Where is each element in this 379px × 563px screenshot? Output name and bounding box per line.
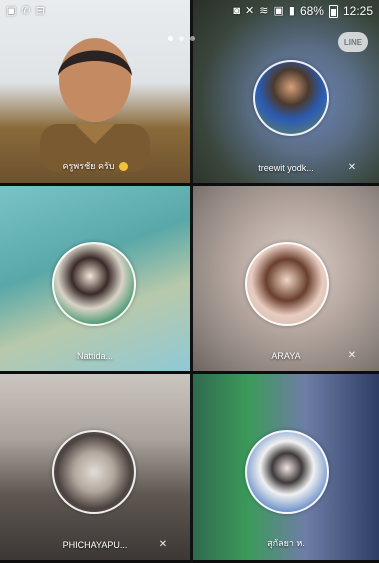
mic-muted-icon: ✕: [347, 350, 357, 361]
sync-icon: ◙: [233, 4, 241, 17]
mic-muted-icon: ✕: [158, 539, 168, 550]
smile-icon: [118, 161, 128, 171]
tile-participant[interactable]: PHICHAYAPU... ✕: [0, 374, 190, 563]
participant-name: สุกัลยา ห.: [267, 538, 305, 548]
tile-participant[interactable]: สุกัลยา ห.: [193, 374, 379, 563]
participant-label: ครูพรชัย ครับ: [0, 159, 190, 173]
video-grid: ครูพรชัย ครับ treewit yodk... ✕ Nattida.…: [0, 0, 379, 563]
image-notification-icon: ▣: [6, 4, 17, 17]
tile-participant[interactable]: ARAYA ✕: [193, 186, 379, 374]
status-bar: ▣ ✆ ⊟ ◙ ✕ ≋ ▣ ▮ 68% 12:25: [0, 0, 379, 22]
line-logo: LINE: [338, 32, 368, 52]
mute-icon: ✕: [245, 4, 255, 17]
participant-name: PHICHAYAPU...: [62, 540, 128, 550]
battery-icon: [328, 4, 338, 18]
signal-icon: ▮: [288, 4, 295, 17]
status-bar-left: ▣ ✆ ⊟: [0, 4, 51, 17]
mic-muted-icon: ✕: [347, 162, 357, 173]
participant-avatar: [253, 60, 329, 136]
screen-icon: ▣: [273, 4, 284, 17]
tile-participant[interactable]: treewit yodk... ✕: [193, 0, 379, 186]
participant-avatar: [245, 430, 329, 514]
participant-name: ครูพรชัย ครับ: [62, 161, 115, 171]
battery-percent: 68%: [299, 4, 324, 18]
participant-avatar: [52, 430, 136, 514]
participant-name: treewit yodk...: [258, 163, 314, 173]
app-notification-icon: ⊟: [35, 4, 45, 17]
participant-avatar: [245, 242, 329, 326]
participant-name: ARAYA: [271, 351, 301, 361]
page-dot-2: [179, 36, 184, 41]
page-indicator: [168, 36, 195, 41]
participant-label: Nattida...: [0, 351, 190, 361]
tile-participant[interactable]: Nattida...: [0, 186, 190, 374]
participant-avatar: [52, 242, 136, 326]
page-dot-1: [168, 36, 173, 41]
missed-call-icon: ✆: [21, 4, 31, 17]
self-video-person: [40, 38, 150, 172]
status-bar-right: ◙ ✕ ≋ ▣ ▮ 68% 12:25: [227, 4, 379, 18]
clock-time: 12:25: [342, 4, 373, 18]
wifi-icon: ≋: [259, 4, 269, 17]
tile-self[interactable]: ครูพรชัย ครับ: [0, 0, 190, 186]
participant-name: Nattida...: [76, 351, 114, 361]
participant-label: สุกัลยา ห.: [193, 536, 379, 550]
page-dot-3: [190, 36, 195, 41]
